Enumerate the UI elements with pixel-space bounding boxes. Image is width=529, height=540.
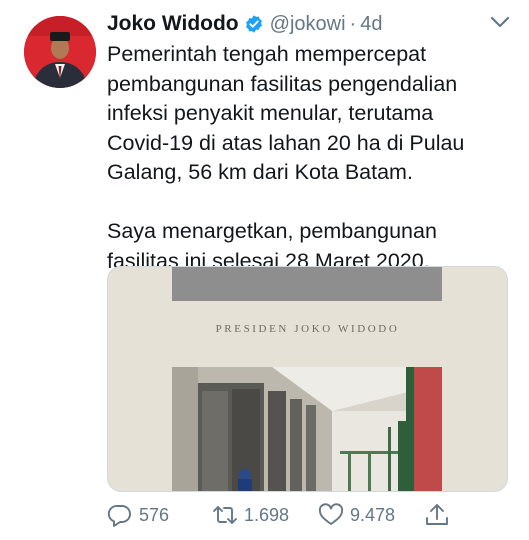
reply-icon <box>107 505 131 527</box>
author-handle[interactable]: @jokowi <box>270 13 346 36</box>
tweet-timestamp[interactable]: 4d <box>360 13 382 36</box>
tweet-actions: 576 1.698 9.478 <box>0 500 529 530</box>
tweet-text: Pemerintah tengah mempercepat pembanguna… <box>107 40 517 276</box>
avatar[interactable] <box>24 16 96 88</box>
tweet-text-line: infeksi penyakit menular, terutama <box>107 101 434 125</box>
avatar-photo <box>24 16 96 88</box>
media-attachment[interactable]: PRESIDEN JOKO WIDODO <box>107 266 508 492</box>
tweet-text-line: Galang, 56 km dari Kota Batam. <box>107 160 413 184</box>
reply-count: 576 <box>139 504 170 525</box>
construction-photo <box>172 367 442 491</box>
tweet: Joko Widodo @jokowi · 4d Pemerintah teng… <box>0 0 529 540</box>
media-top-bar <box>172 267 442 301</box>
tweet-text-line: pembangunan fasilitas pengendalian <box>107 71 458 96</box>
retweet-count: 1.698 <box>244 504 290 525</box>
chevron-down-icon[interactable] <box>489 14 511 30</box>
separator-dot: · <box>349 12 357 35</box>
like-button[interactable]: 9.478 <box>318 500 395 530</box>
tweet-text-line: Pemerintah tengah mempercepat <box>107 42 427 66</box>
tweet-text-line: Covid-19 di atas lahan 20 ha di Pulau <box>107 130 465 155</box>
retweet-button[interactable]: 1.698 <box>212 500 289 530</box>
share-icon <box>426 504 448 525</box>
like-icon <box>318 503 344 525</box>
tweet-text-line: Saya menargetkan, pembangunan <box>107 219 437 243</box>
share-button[interactable] <box>424 500 450 530</box>
author-name[interactable]: Joko Widodo <box>107 12 239 36</box>
like-count: 9.478 <box>350 504 396 525</box>
retweet-icon <box>213 506 237 524</box>
verified-badge-icon <box>245 15 262 33</box>
tweet-header: Joko Widodo @jokowi · 4d <box>107 10 382 38</box>
reply-button[interactable]: 576 <box>107 500 169 530</box>
media-caption: PRESIDEN JOKO WIDODO <box>215 323 400 335</box>
